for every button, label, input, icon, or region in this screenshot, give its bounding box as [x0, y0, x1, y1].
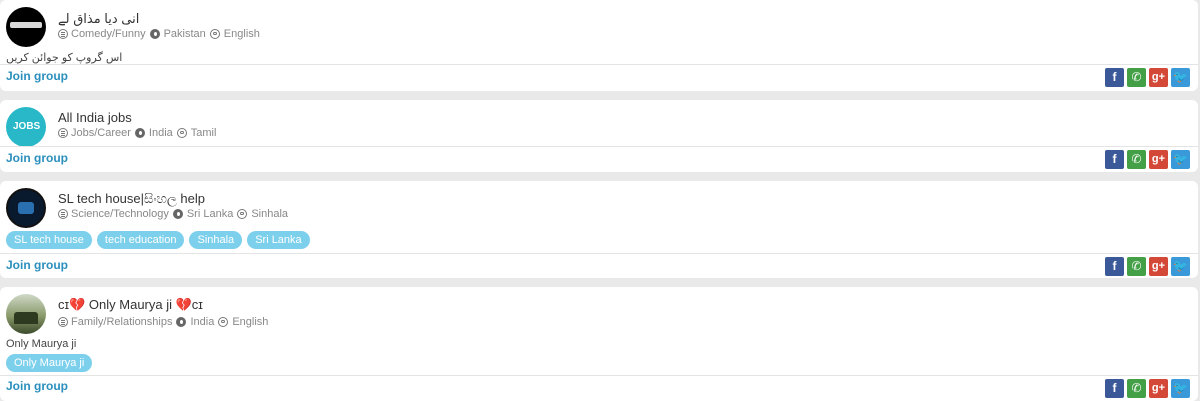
- group-category: Science/Technology: [71, 208, 169, 220]
- category-icon: [58, 209, 68, 219]
- globe-icon: [176, 317, 187, 327]
- tag-list: Only Maurya ji: [6, 354, 93, 372]
- group-tag[interactable]: tech education: [96, 231, 185, 249]
- globe-icon: [149, 29, 160, 39]
- googleplus-share-icon[interactable]: g+: [1149, 150, 1168, 169]
- group-title[interactable]: cɪ💔 Only Maurya ji 💔cɪ: [58, 297, 203, 313]
- share-buttons: f ✆ g+ 🐦: [1105, 379, 1190, 398]
- group-country: Sri Lanka: [186, 208, 234, 220]
- googleplus-share-icon[interactable]: g+: [1149, 257, 1168, 276]
- divider: [0, 253, 1198, 254]
- group-avatar[interactable]: [6, 7, 46, 47]
- group-description: Only Maurya ji: [6, 338, 77, 350]
- category-icon: [58, 29, 68, 39]
- divider: [0, 64, 1198, 65]
- whatsapp-share-icon[interactable]: ✆: [1127, 257, 1146, 276]
- join-group-link[interactable]: Join group: [6, 151, 68, 165]
- group-tag[interactable]: SL tech house: [6, 231, 92, 249]
- group-title[interactable]: انی دیا مذاق لے: [58, 11, 139, 27]
- group-card: انی دیا مذاق لے Comedy/Funny Pakistan En…: [0, 0, 1198, 91]
- join-group-link[interactable]: Join group: [6, 258, 68, 272]
- language-icon: [176, 128, 187, 138]
- join-group-link[interactable]: Join group: [6, 379, 68, 393]
- join-group-link[interactable]: Join group: [6, 69, 68, 83]
- divider: [0, 375, 1198, 376]
- whatsapp-share-icon[interactable]: ✆: [1127, 379, 1146, 398]
- group-category: Jobs/Career: [71, 127, 131, 139]
- group-language: English: [223, 28, 260, 40]
- group-language: English: [232, 316, 269, 328]
- twitter-share-icon[interactable]: 🐦: [1171, 379, 1190, 398]
- globe-icon: [134, 128, 145, 138]
- group-category: Comedy/Funny: [71, 28, 146, 40]
- group-title[interactable]: All India jobs: [58, 110, 132, 125]
- facebook-share-icon[interactable]: f: [1105, 379, 1124, 398]
- group-country: India: [148, 127, 173, 139]
- group-title[interactable]: SL tech house|සිංහල help: [58, 191, 205, 207]
- group-tag[interactable]: Only Maurya ji: [6, 354, 93, 372]
- share-buttons: f ✆ g+ 🐦: [1105, 150, 1190, 169]
- group-country: India: [190, 316, 215, 328]
- googleplus-share-icon[interactable]: g+: [1149, 68, 1168, 87]
- category-icon: [58, 128, 68, 138]
- group-country: Pakistan: [163, 28, 206, 40]
- twitter-share-icon[interactable]: 🐦: [1171, 257, 1190, 276]
- group-meta: Jobs/Career India Tamil: [58, 127, 216, 139]
- group-avatar[interactable]: [6, 294, 46, 334]
- group-meta: Family/Relationships India English: [58, 316, 268, 328]
- facebook-share-icon[interactable]: f: [1105, 68, 1124, 87]
- twitter-share-icon[interactable]: 🐦: [1171, 150, 1190, 169]
- facebook-share-icon[interactable]: f: [1105, 257, 1124, 276]
- group-category: Family/Relationships: [71, 316, 173, 328]
- group-tag[interactable]: Sri Lanka: [247, 231, 310, 249]
- language-icon: [209, 29, 220, 39]
- group-avatar[interactable]: [6, 188, 46, 228]
- group-avatar[interactable]: JOBS: [6, 107, 46, 147]
- group-meta: Science/Technology Sri Lanka Sinhala: [58, 208, 288, 220]
- share-buttons: f ✆ g+ 🐦: [1105, 257, 1190, 276]
- googleplus-share-icon[interactable]: g+: [1149, 379, 1168, 398]
- divider: [0, 146, 1198, 147]
- language-icon: [237, 209, 248, 219]
- twitter-share-icon[interactable]: 🐦: [1171, 68, 1190, 87]
- facebook-share-icon[interactable]: f: [1105, 150, 1124, 169]
- jobs-avatar-text: JOBS: [13, 121, 41, 132]
- group-card: SL tech house|සිංහල help Science/Technol…: [0, 181, 1198, 278]
- group-tag[interactable]: Sinhala: [189, 231, 243, 249]
- share-buttons: f ✆ g+ 🐦: [1105, 68, 1190, 87]
- globe-icon: [172, 209, 183, 219]
- group-card: JOBS All India jobs Jobs/Career India Ta…: [0, 100, 1198, 172]
- tag-list: SL tech house tech education Sinhala Sri…: [6, 231, 310, 249]
- whatsapp-share-icon[interactable]: ✆: [1127, 150, 1146, 169]
- group-language: Tamil: [190, 127, 217, 139]
- whatsapp-share-icon[interactable]: ✆: [1127, 68, 1146, 87]
- category-icon: [58, 317, 68, 327]
- group-card: cɪ💔 Only Maurya ji 💔cɪ Family/Relationsh…: [0, 287, 1198, 401]
- group-meta: Comedy/Funny Pakistan English: [58, 28, 260, 40]
- language-icon: [218, 317, 229, 327]
- group-description: اس گروپ کو جوائن کریں: [6, 52, 123, 64]
- group-language: Sinhala: [251, 208, 289, 220]
